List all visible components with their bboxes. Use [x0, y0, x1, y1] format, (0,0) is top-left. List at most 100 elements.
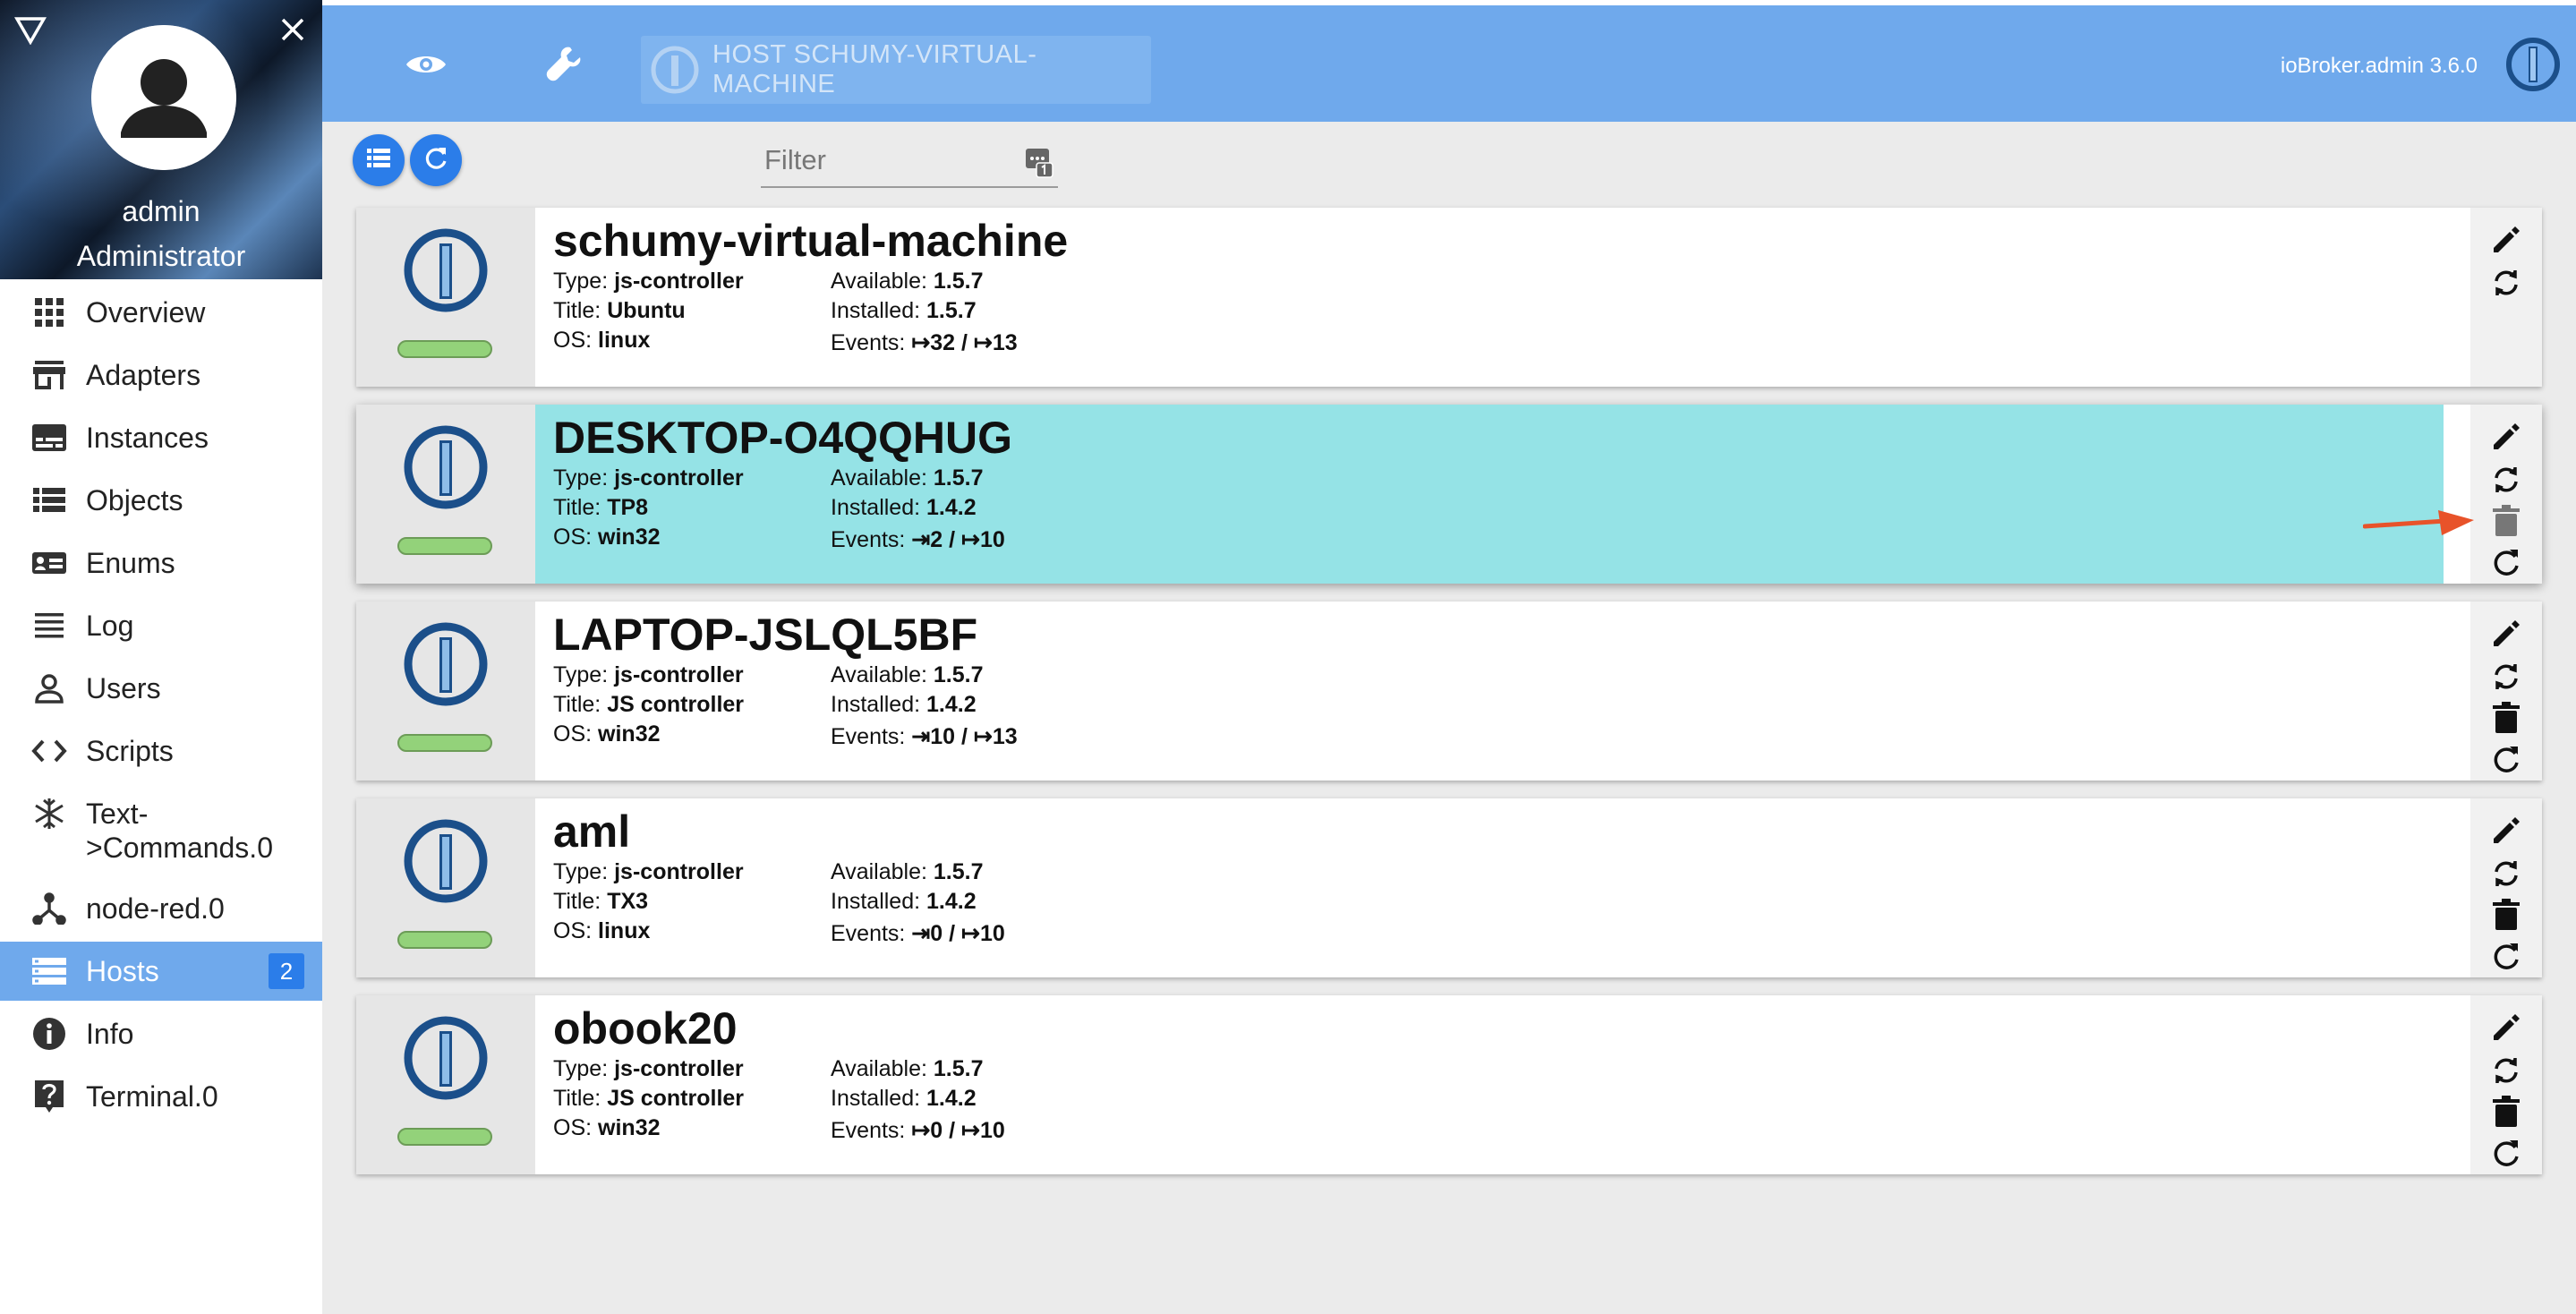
app-version: ioBroker.admin 3.6.0 — [2280, 54, 2478, 78]
update-icon[interactable] — [2488, 462, 2524, 498]
menu-toggle-icon[interactable] — [13, 16, 47, 49]
host-actions — [2470, 405, 2542, 584]
host-card-body: LAPTOP-JSLQL5BF Type: js-controller Titl… — [535, 602, 2444, 781]
host-card[interactable]: aml Type: js-controller Title: TX3 OS: l… — [356, 798, 2542, 977]
sidebar-item-label: Enums — [86, 546, 175, 579]
sidebar-item-label: Scripts — [86, 734, 174, 767]
restart-icon[interactable] — [2488, 938, 2524, 974]
user-profile-header: admin Administrator — [0, 0, 322, 279]
update-icon[interactable] — [2488, 659, 2524, 695]
host-card[interactable]: DESKTOP-O4QQHUG Type: js-controller Titl… — [356, 405, 2542, 584]
edit-icon[interactable] — [2488, 222, 2524, 258]
close-icon[interactable] — [279, 16, 306, 47]
iobroker-logo-icon — [401, 422, 490, 516]
restart-icon[interactable] — [2488, 544, 2524, 580]
host-actions — [2470, 602, 2542, 781]
host-installed: Installed: 1.5.7 — [831, 298, 977, 323]
host-type: Type: js-controller — [553, 859, 744, 884]
sidebar-item-terminal[interactable]: Terminal.0 — [0, 1067, 322, 1126]
update-icon[interactable] — [2488, 1053, 2524, 1088]
host-card[interactable]: schumy-virtual-machine Type: js-controll… — [356, 208, 2542, 387]
filter-input[interactable] — [761, 138, 1002, 183]
hosts-icon — [30, 952, 68, 990]
host-name: obook20 — [553, 1003, 738, 1054]
list-icon — [30, 482, 68, 519]
host-available: Available: 1.5.7 — [831, 269, 984, 294]
sidebar-item-node-red[interactable]: node-red.0 — [0, 879, 322, 938]
edit-icon[interactable] — [2488, 813, 2524, 849]
sidebar-item-enums[interactable]: Enums — [0, 533, 322, 593]
host-os: OS: win32 — [553, 1115, 661, 1140]
sidebar-item-hosts[interactable]: Hosts 2 — [0, 942, 322, 1001]
info-icon — [30, 1015, 68, 1053]
host-type: Type: js-controller — [553, 269, 744, 294]
host-card-status-area — [356, 602, 535, 781]
iobroker-logo-icon — [650, 45, 700, 99]
host-card[interactable]: obook20 Type: js-controller Title: JS co… — [356, 995, 2542, 1174]
host-title: Title: TP8 — [553, 495, 649, 520]
host-events: Events: ⇥10 / ↦13 — [831, 724, 1018, 749]
host-type: Type: js-controller — [553, 1056, 744, 1081]
list-view-button[interactable] — [353, 134, 405, 186]
sidebar: admin Administrator Overview Adapters In… — [0, 0, 322, 1314]
host-actions — [2470, 798, 2542, 977]
list-icon — [366, 148, 391, 174]
store-icon — [30, 356, 68, 394]
delete-icon[interactable] — [2488, 1094, 2524, 1130]
host-selector[interactable]: HOST SCHUMY-VIRTUAL-MACHINE — [641, 36, 1151, 104]
snowflake-icon — [30, 795, 68, 832]
refresh-icon — [422, 145, 449, 176]
host-status-bar — [397, 537, 492, 555]
host-type: Type: js-controller — [553, 662, 744, 687]
restart-icon[interactable] — [2488, 1135, 2524, 1171]
restart-icon[interactable] — [2488, 741, 2524, 777]
host-card-body: obook20 Type: js-controller Title: JS co… — [535, 995, 2444, 1174]
hosts-count-badge: 2 — [269, 953, 304, 989]
sidebar-item-label: Overview — [86, 295, 206, 328]
host-card-status-area — [356, 208, 535, 387]
update-icon[interactable] — [2488, 856, 2524, 892]
sidebar-item-overview[interactable]: Overview — [0, 283, 322, 342]
sidebar-item-adapters[interactable]: Adapters — [0, 346, 322, 405]
sidebar-item-scripts[interactable]: Scripts — [0, 721, 322, 781]
host-actions — [2470, 208, 2542, 387]
sidebar-item-label: Hosts — [86, 954, 159, 987]
top-app-bar: HOST SCHUMY-VIRTUAL-MACHINE ioBroker.adm… — [322, 5, 2576, 122]
sidebar-item-label: Log — [86, 609, 134, 642]
edit-icon[interactable] — [2488, 419, 2524, 455]
filter-options-icon[interactable] — [1024, 147, 1054, 183]
edit-icon[interactable] — [2488, 616, 2524, 652]
host-available: Available: 1.5.7 — [831, 465, 984, 491]
sidebar-item-instances[interactable]: Instances — [0, 408, 322, 467]
update-icon[interactable] — [2488, 265, 2524, 301]
host-os: OS: linux — [553, 328, 651, 353]
host-events: Events: ⇥0 / ↦10 — [831, 921, 1005, 946]
sidebar-item-objects[interactable]: Objects — [0, 471, 322, 530]
sidebar-item-label: Instances — [86, 421, 209, 454]
delete-icon[interactable] — [2488, 503, 2524, 539]
host-title: Title: JS controller — [553, 692, 745, 717]
host-title: Title: JS controller — [553, 1086, 745, 1111]
wrench-icon[interactable] — [539, 38, 593, 91]
delete-icon[interactable] — [2488, 897, 2524, 933]
sidebar-item-info[interactable]: Info — [0, 1004, 322, 1063]
iobroker-logo-icon — [401, 816, 490, 910]
iobroker-logo-icon — [401, 226, 490, 320]
host-card[interactable]: LAPTOP-JSLQL5BF Type: js-controller Titl… — [356, 602, 2542, 781]
iobroker-logo-icon — [401, 1013, 490, 1107]
host-title: Title: Ubuntu — [553, 298, 686, 323]
host-os: OS: win32 — [553, 721, 661, 747]
sidebar-item-log[interactable]: Log — [0, 596, 322, 655]
host-events: Events: ↦0 / ↦10 — [831, 1118, 1005, 1143]
user-icon — [30, 670, 68, 707]
edit-icon[interactable] — [2488, 1010, 2524, 1045]
host-name: DESKTOP-O4QQHUG — [553, 413, 1013, 463]
delete-icon[interactable] — [2488, 700, 2524, 736]
sidebar-item-text-commands[interactable]: Text- >Commands.0 — [0, 784, 322, 870]
avatar — [91, 25, 236, 170]
host-actions — [2470, 995, 2542, 1174]
enums-icon — [30, 544, 68, 582]
eye-icon[interactable] — [399, 38, 453, 91]
refresh-button[interactable] — [410, 134, 462, 186]
sidebar-item-users[interactable]: Users — [0, 659, 322, 718]
